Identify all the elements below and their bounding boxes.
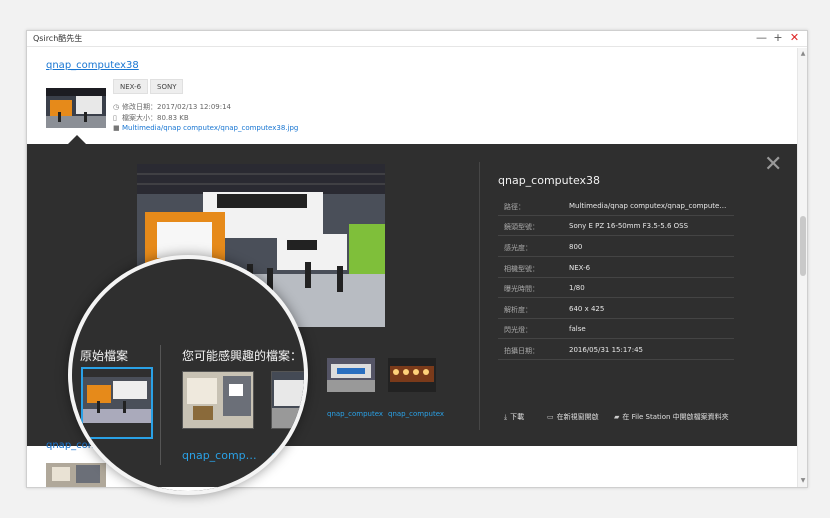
tag-brand[interactable]: SONY	[150, 79, 184, 94]
close-panel-icon[interactable]: ✕	[764, 154, 782, 176]
file-path-link[interactable]: ■ Multimedia/qnap computex/qnap_computex3…	[113, 124, 298, 132]
similar-thumb-2[interactable]	[388, 358, 436, 392]
info-row-resolution: 解析度： 640 x 425	[498, 299, 734, 319]
magnifier-divider	[160, 345, 161, 465]
open-new-window-button[interactable]: ▭ 在新視窗開啟	[547, 412, 599, 422]
minimize-button[interactable]: —	[755, 32, 768, 44]
info-row-lens: 鏡頭型號： Sony E PZ 16-50mm F3.5-5.6 OSS	[498, 216, 734, 236]
folder-icon: ■	[113, 124, 120, 132]
info-row-camera: 相機型號： NEX-6	[498, 258, 734, 278]
download-icon: ⤓	[504, 413, 508, 421]
next-result-thumbnail[interactable]	[46, 463, 106, 487]
panel-caret	[68, 135, 86, 144]
close-button[interactable]: ✕	[788, 32, 801, 44]
original-file-heading: 原始檔案	[80, 349, 129, 363]
maximize-button[interactable]: +	[772, 32, 785, 44]
file-icon: ▯	[113, 114, 117, 122]
similar-label-2[interactable]: qnap_computex	[388, 410, 444, 418]
magnifier-bottom-area	[72, 487, 304, 491]
similar-file-label-2[interactable]: qn	[271, 449, 285, 462]
folder-open-icon: ▰	[614, 413, 620, 421]
magnifier-callout: 原始檔案 您可能感興趣的檔案： qnap_comp… qn	[68, 255, 308, 495]
scroll-down-icon[interactable]: ▼	[799, 477, 807, 485]
info-row-path: 路徑： Multimedia/qnap computex/qnap_compute…	[498, 196, 734, 216]
original-file-thumbnail[interactable]	[81, 367, 153, 439]
detail-title: qnap_computex38	[498, 174, 601, 187]
window-icon: ▭	[547, 413, 554, 421]
title-bar: Qsirch酷先生 — + ✕	[27, 31, 807, 47]
download-button[interactable]: ⤓ 下載	[504, 412, 524, 422]
tag-camera[interactable]: NEX-6	[113, 79, 149, 94]
scroll-thumb[interactable]	[800, 216, 806, 276]
clock-icon: ◷	[113, 103, 120, 111]
file-size: ▯ 檔案大小：80.83 KB	[113, 114, 189, 122]
modified-date: ◷ 修改日期：2017/02/13 12:09:14	[113, 103, 232, 111]
info-row-exposure: 曝光時間： 1/80	[498, 278, 734, 298]
info-row-iso: 感光度： 800	[498, 237, 734, 257]
similar-label-1[interactable]: qnap_computex	[327, 410, 383, 418]
info-row-flash: 閃光燈： false	[498, 319, 734, 339]
scroll-up-icon[interactable]: ▲	[799, 50, 807, 58]
result-thumbnail[interactable]	[46, 88, 106, 128]
similar-file-label-1[interactable]: qnap_comp…	[182, 449, 257, 462]
window-title: Qsirch酷先生	[33, 34, 83, 43]
open-file-station-button[interactable]: ▰ 在 File Station 中開啟檔案資料夾	[614, 412, 729, 422]
info-row-date: 拍攝日期： 2016/05/31 15:17:45	[498, 340, 734, 360]
similar-thumb-1[interactable]	[327, 358, 375, 392]
similar-files-heading: 您可能感興趣的檔案：	[182, 349, 303, 363]
vertical-scrollbar[interactable]: ▲ ▼	[797, 48, 807, 487]
similar-file-thumbnail-1[interactable]	[182, 371, 254, 429]
similar-file-thumbnail-2[interactable]	[271, 371, 304, 429]
result-title-link[interactable]: qnap_computex38	[46, 60, 139, 71]
panel-divider	[479, 162, 480, 430]
